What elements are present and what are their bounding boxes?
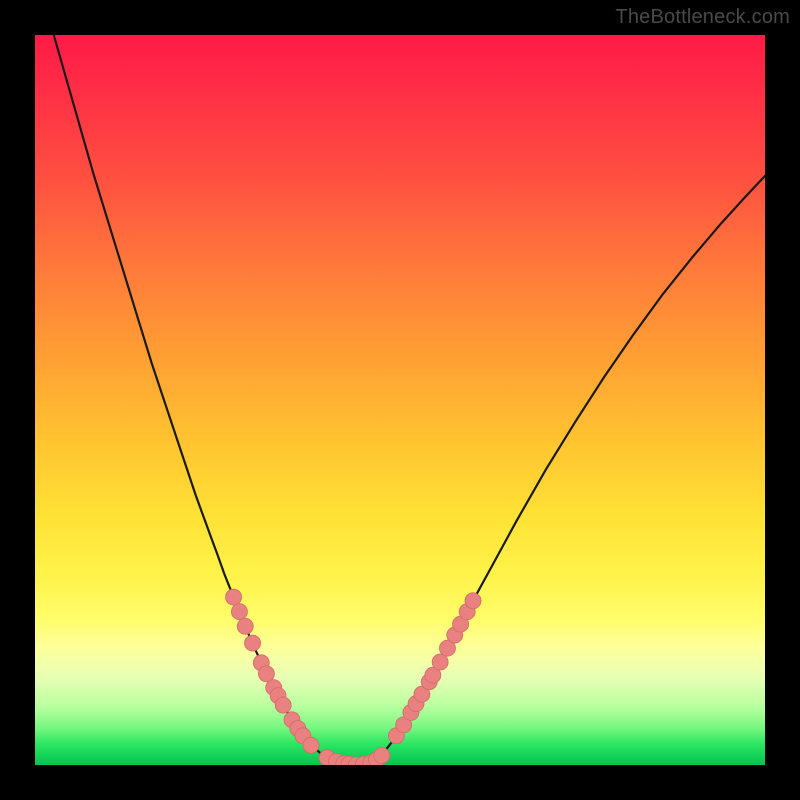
data-marker-right <box>432 654 448 670</box>
data-marker-left <box>258 666 274 682</box>
chart-frame: TheBottleneck.com <box>0 0 800 800</box>
data-marker-left <box>231 604 247 620</box>
watermark-text: TheBottleneck.com <box>615 6 790 29</box>
data-marker-bottom <box>374 748 390 764</box>
data-marker-right <box>465 593 481 609</box>
marker-group <box>226 589 481 765</box>
data-marker-left <box>275 697 291 713</box>
chart-svg <box>35 35 765 765</box>
bottleneck-curve <box>35 35 765 765</box>
data-marker-left <box>226 589 242 605</box>
data-marker-left <box>237 618 253 634</box>
data-marker-left <box>303 737 319 753</box>
data-marker-left <box>245 635 261 651</box>
plot-area <box>35 35 765 765</box>
